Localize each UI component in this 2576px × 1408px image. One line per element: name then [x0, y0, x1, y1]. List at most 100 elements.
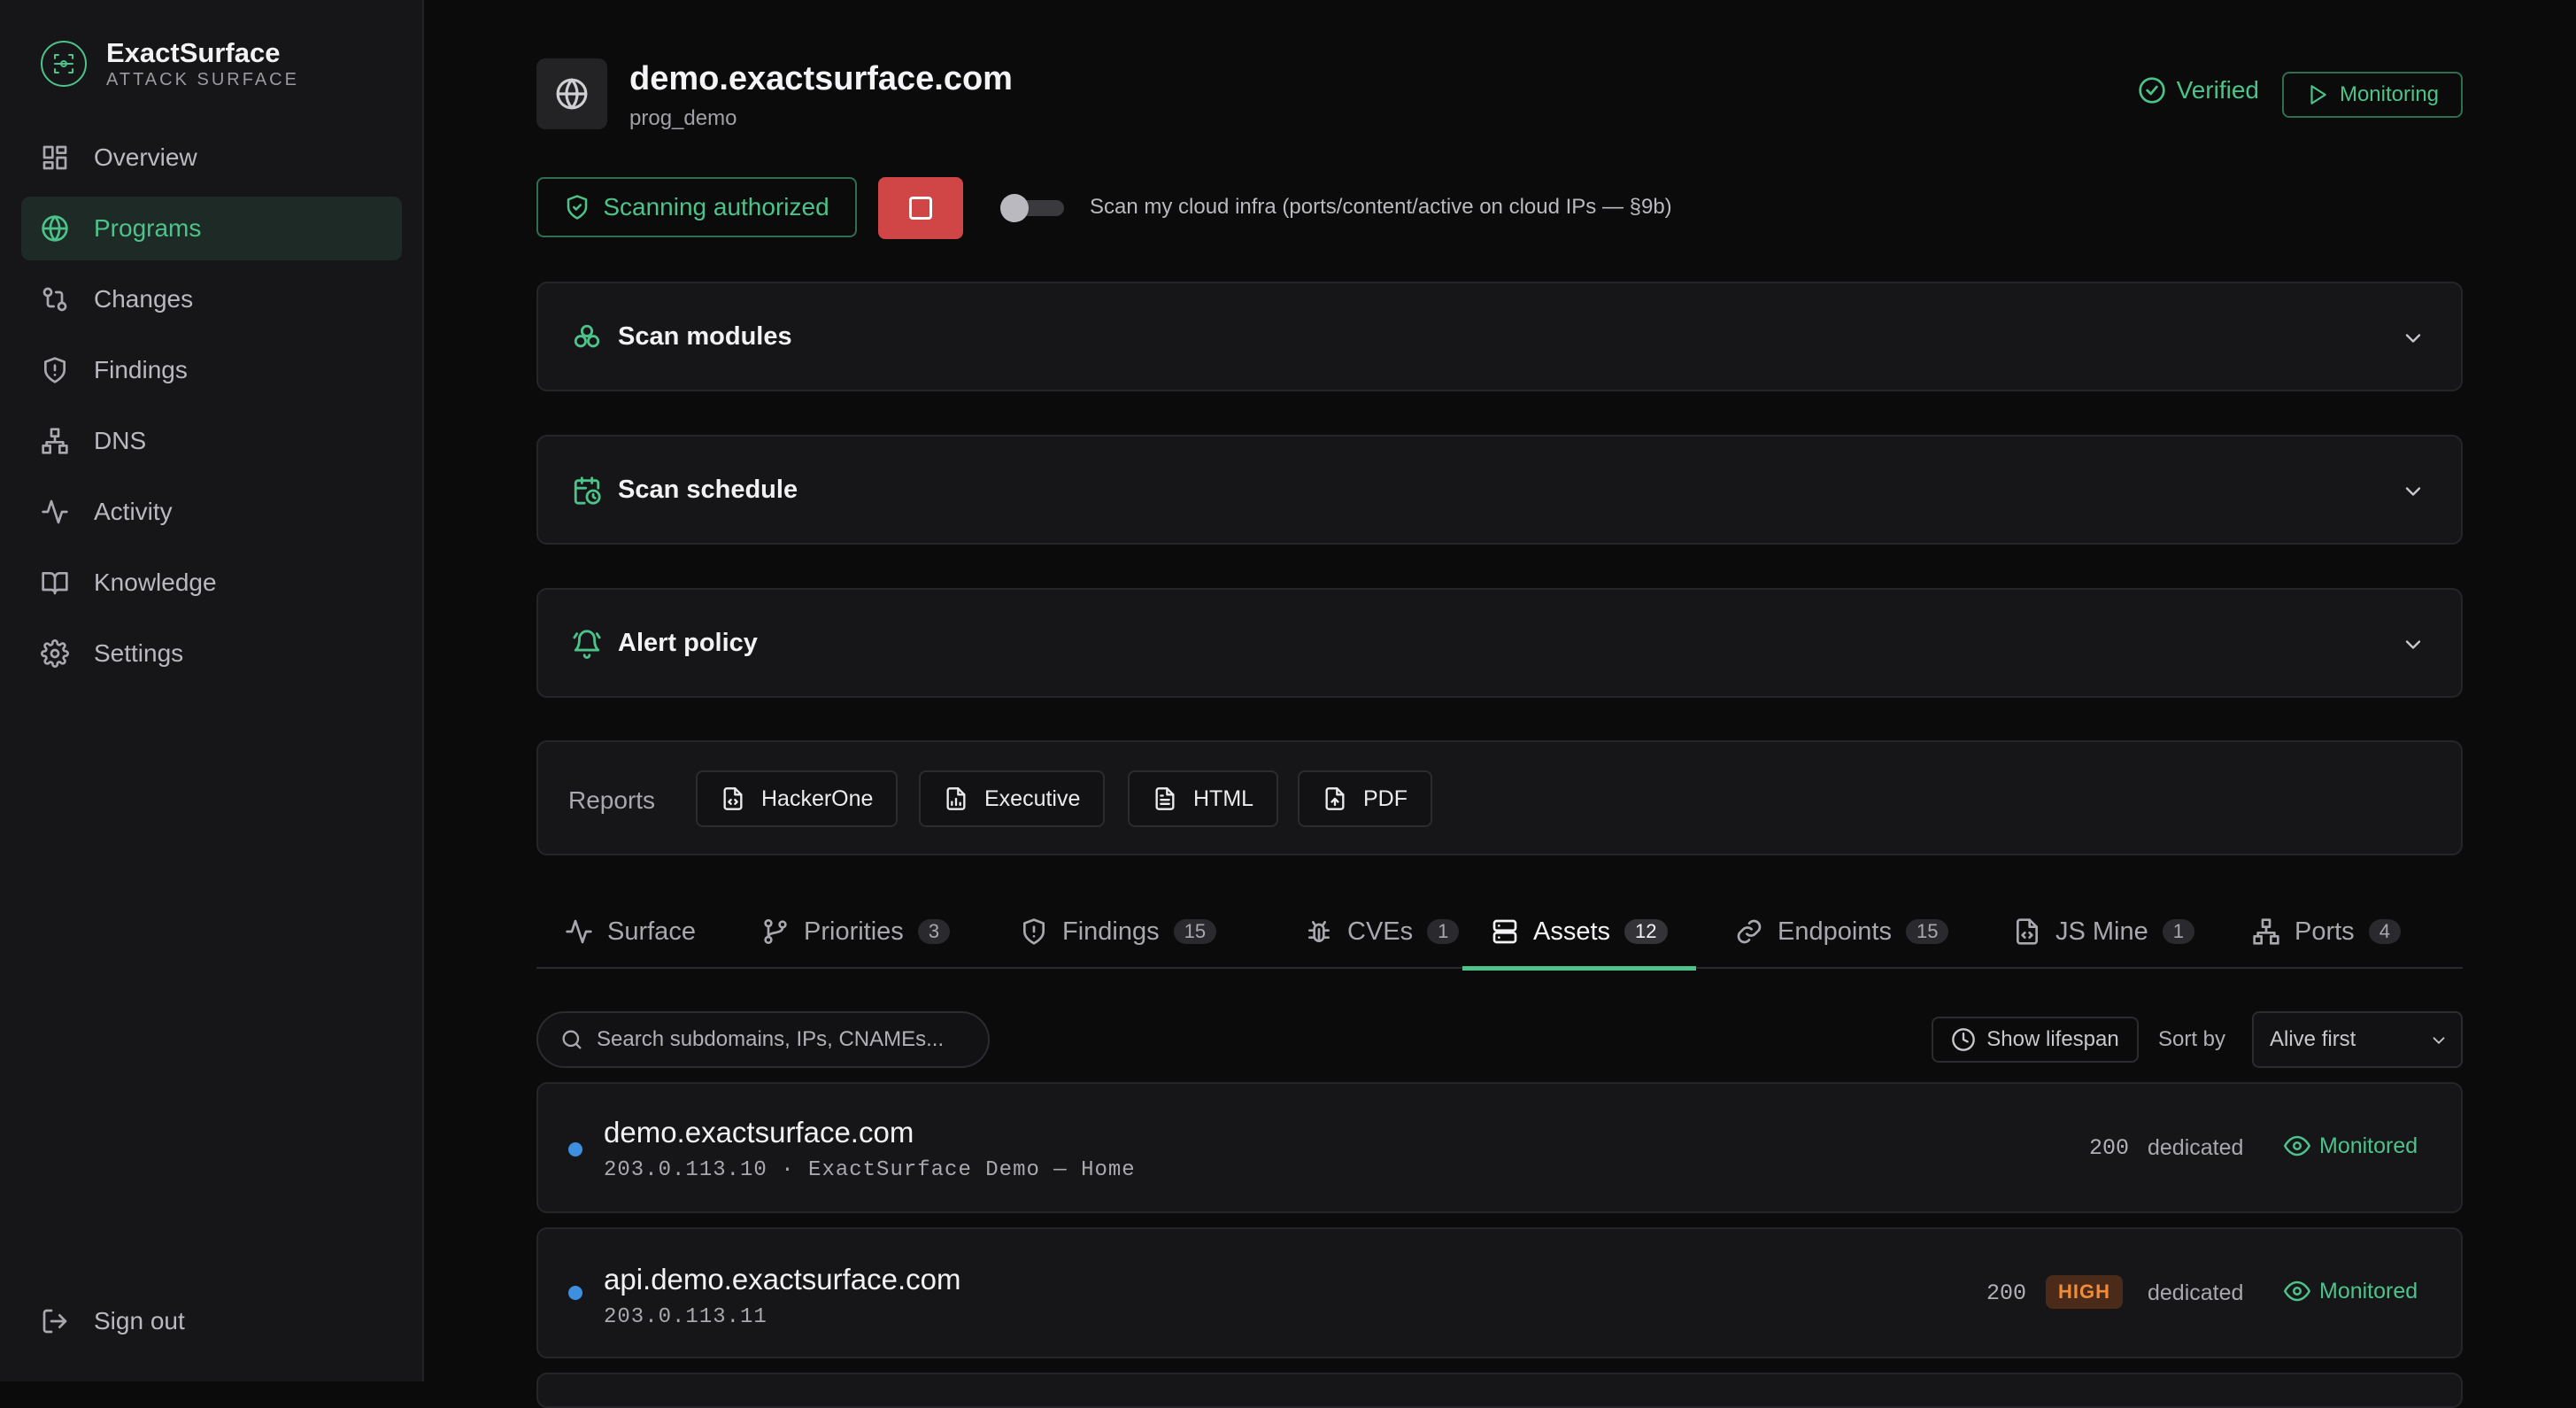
hosting-type: dedicated — [2148, 1135, 2244, 1160]
tab-count: 1 — [1427, 919, 1460, 944]
tab-js-mine[interactable]: JS Mine 1 — [1985, 894, 2223, 969]
scanning-authorized-button[interactable]: Scanning authorized — [536, 177, 857, 237]
shield-icon — [41, 356, 69, 384]
sidebar-item-label: Changes — [94, 285, 194, 313]
sign-out-button[interactable]: Sign out — [41, 1307, 185, 1335]
report-label: Executive — [984, 785, 1081, 811]
cloud-scan-toggle-label: Scan my cloud infra (ports/content/activ… — [1090, 195, 1672, 219]
verified-badge: Verified — [2138, 76, 2259, 104]
hosting-type: dedicated — [2148, 1280, 2244, 1305]
program-header: demo.exactsurface.com prog_demo Verified… — [536, 58, 2463, 131]
play-icon — [2306, 83, 2329, 106]
report-hackerone-button[interactable]: HackerOne — [696, 770, 899, 827]
tab-findings[interactable]: Findings 15 — [991, 894, 1245, 969]
chevron-down-icon[interactable] — [2401, 479, 2426, 504]
file-up-icon — [1323, 786, 1347, 811]
show-lifespan-label: Show lifespan — [1986, 1027, 2119, 1051]
monitored-label: Monitored — [2319, 1278, 2418, 1304]
tab-surface[interactable]: Surface — [536, 894, 724, 969]
sort-select[interactable]: Alive first — [2252, 1011, 2463, 1068]
asset-row[interactable]: demo.exactsurface.com 203.0.113.10 · Exa… — [536, 1082, 2463, 1213]
cloud-scan-toggle[interactable] — [1000, 194, 1064, 222]
grid-icon — [41, 143, 69, 172]
stop-scan-button[interactable] — [878, 177, 963, 239]
sidebar-item-settings[interactable]: Settings — [21, 622, 402, 685]
book-icon — [41, 569, 69, 597]
globe-icon — [41, 214, 69, 243]
asset-hostname[interactable]: api.demo.exactsurface.com — [604, 1263, 961, 1296]
report-pdf-button[interactable]: PDF — [1298, 770, 1432, 827]
sort-by-label: Sort by — [2158, 1027, 2226, 1051]
report-html-button[interactable]: HTML — [1128, 770, 1279, 827]
activity-icon — [41, 498, 69, 526]
file-chart-icon — [944, 786, 968, 811]
scan-schedule-panel[interactable]: Scan schedule — [536, 435, 2463, 545]
chevron-down-icon[interactable] — [2401, 632, 2426, 657]
tab-priorities[interactable]: Priorities 3 — [733, 894, 978, 969]
tab-label: Ports — [2294, 917, 2355, 946]
asset-meta: 203.0.113.11 — [604, 1305, 767, 1329]
asset-meta: 203.0.113.10 · ExactSurface Demo — Home — [604, 1158, 1136, 1182]
check-circle-icon — [2138, 76, 2166, 104]
sidebar-item-overview[interactable]: Overview — [21, 126, 402, 190]
monitored-label: Monitored — [2319, 1133, 2418, 1158]
brand[interactable]: ExactSurface ATTACK SURFACE — [39, 37, 299, 90]
reports-bar: Reports HackerOne Executive HTML PDF — [536, 740, 2463, 855]
asset-hostname[interactable]: demo.exactsurface.com — [604, 1116, 914, 1149]
search-icon — [559, 1027, 584, 1052]
tab-assets[interactable]: Assets 12 — [1462, 894, 1696, 971]
tab-label: Priorities — [804, 917, 904, 946]
sidebar-item-label: Findings — [94, 356, 188, 383]
alert-policy-panel[interactable]: Alert policy — [536, 588, 2463, 698]
alive-status-dot — [568, 1142, 582, 1157]
sidebar-item-programs[interactable]: Programs — [21, 197, 402, 260]
sidebar-item-knowledge[interactable]: Knowledge — [21, 551, 402, 615]
sidebar-item-activity[interactable]: Activity — [21, 480, 402, 544]
tab-ports[interactable]: Ports 4 — [2224, 894, 2429, 969]
tab-count: 15 — [1906, 919, 1949, 944]
activity-icon — [565, 917, 593, 946]
asset-row[interactable]: api.demo.exactsurface.com 203.0.113.11 2… — [536, 1227, 2463, 1358]
server-icon — [1491, 917, 1519, 946]
sidebar-item-label: DNS — [94, 427, 147, 454]
sort-select-value: Alive first — [2270, 1027, 2356, 1051]
eye-icon — [2284, 1133, 2310, 1159]
page-title: demo.exactsurface.com — [629, 60, 1013, 97]
shield-check-icon — [564, 194, 590, 220]
sidebar-item-changes[interactable]: Changes — [21, 267, 402, 331]
sidebar-item-label: Settings — [94, 639, 184, 667]
sign-out-label: Sign out — [94, 1307, 185, 1335]
reports-label: Reports — [568, 786, 656, 814]
tab-endpoints[interactable]: Endpoints 15 — [1707, 894, 1977, 969]
clock-icon — [1951, 1027, 1976, 1052]
report-executive-button[interactable]: Executive — [919, 770, 1106, 827]
scan-modules-panel[interactable]: Scan modules — [536, 282, 2463, 391]
gear-icon — [41, 639, 69, 668]
bug-icon — [1305, 917, 1333, 946]
sidebar-item-findings[interactable]: Findings — [21, 338, 402, 402]
search-input[interactable] — [597, 1027, 968, 1052]
scanning-authorized-label: Scanning authorized — [603, 193, 829, 220]
log-out-icon — [41, 1307, 69, 1335]
toggle-knob — [1000, 194, 1029, 222]
panel-title: Scan modules — [618, 322, 792, 351]
severity-badge: HIGH — [2046, 1275, 2123, 1309]
monitoring-button[interactable]: Monitoring — [2282, 72, 2463, 118]
monitored-status[interactable]: Monitored — [2284, 1133, 2418, 1159]
eye-icon — [2284, 1278, 2310, 1304]
tab-label: Findings — [1062, 917, 1160, 946]
monitored-status[interactable]: Monitored — [2284, 1278, 2418, 1304]
file-code-icon — [721, 786, 745, 811]
link-icon — [1735, 917, 1763, 946]
panel-title: Alert policy — [618, 629, 758, 657]
asset-row[interactable] — [536, 1373, 2463, 1408]
chevron-down-icon[interactable] — [2401, 326, 2426, 351]
file-code-icon — [2013, 917, 2041, 946]
tab-cves[interactable]: CVEs 1 — [1276, 894, 1487, 969]
tab-count: 15 — [1173, 919, 1217, 944]
sidebar-item-dns[interactable]: DNS — [21, 409, 402, 473]
brand-name: ExactSurface — [106, 37, 281, 68]
show-lifespan-button[interactable]: Show lifespan — [1932, 1017, 2139, 1063]
tab-count: 4 — [2368, 919, 2401, 944]
shield-icon — [1020, 917, 1048, 946]
